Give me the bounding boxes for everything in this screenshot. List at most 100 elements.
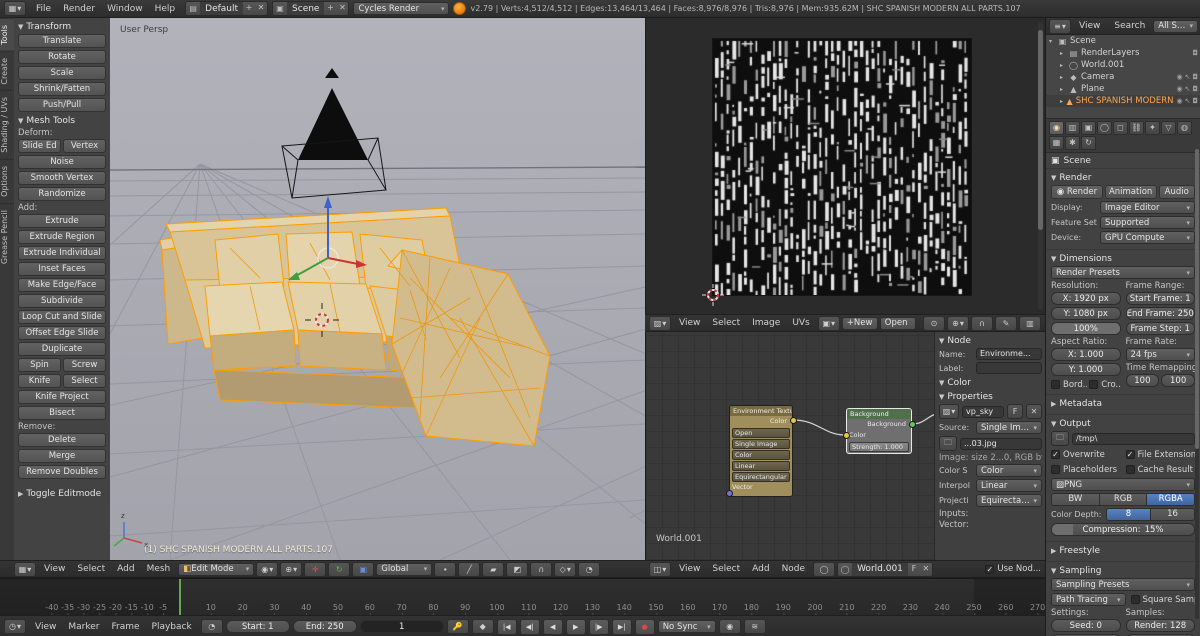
image-open-button[interactable]: Open [879, 316, 916, 330]
main-menu-item[interactable]: Render [57, 4, 101, 14]
node-editor[interactable]: Environment Texture Color Open Single Im… [645, 332, 1046, 560]
deform-tool-button[interactable]: Noise [18, 155, 106, 169]
display-dropdown[interactable]: Image Editor ▾ [1100, 201, 1195, 214]
unlink-icon[interactable]: ✕ [919, 562, 932, 576]
restrict-toggles[interactable]: ◘ [1192, 49, 1198, 57]
render-samples-field[interactable]: Render: 128 [1125, 619, 1195, 632]
image-new-button[interactable]: + New [841, 316, 878, 330]
animation-button[interactable]: Animation [1104, 185, 1157, 199]
add-tool-button[interactable]: Offset Edge Slide [18, 326, 106, 340]
outliner-scope-select[interactable]: All Scenes ▾ [1153, 19, 1198, 33]
layout-add-icon[interactable]: + [243, 2, 256, 15]
node-title[interactable]: Background [847, 409, 911, 419]
next-keyframe-button[interactable]: |▶ [588, 618, 609, 635]
snap-magnet-icon[interactable]: ∩ [530, 561, 553, 577]
manipulator-scale-icon[interactable]: ▣ [352, 561, 375, 577]
device-dropdown[interactable]: GPU Compute ▾ [1100, 231, 1195, 244]
properties-scrollbar[interactable] [1195, 149, 1199, 619]
pin-icon[interactable]: ⊙ [923, 315, 945, 331]
add-tool-button[interactable]: Subdivide [18, 294, 106, 308]
use-preview-range-icon[interactable]: ◔ [200, 619, 223, 634]
add-tool-button[interactable]: Select [63, 374, 106, 388]
deform-tool-button[interactable]: Vertex [63, 139, 106, 153]
sampling-presets-dropdown[interactable]: Sampling Presets ▾ [1051, 578, 1195, 591]
panel-header-transform[interactable]: ▼ Transform [18, 20, 106, 34]
tab-physics[interactable]: ↻ [1081, 136, 1096, 150]
outliner-row-renderlayers[interactable]: ▸ ▤ RenderLayers ◘ [1046, 47, 1200, 59]
source-dropdown[interactable]: Single Image ▾ [976, 421, 1042, 434]
audio-button[interactable]: Audio [1158, 185, 1195, 199]
camera-object[interactable] [281, 68, 387, 199]
editor-type-info-icon[interactable]: ▦ ▾ [4, 1, 26, 16]
viewport-3d[interactable]: x z User Persp (1) SHC SPANISH MODERN AL… [110, 18, 645, 560]
sofa-mesh[interactable] [159, 207, 551, 447]
border-checkbox[interactable]: Bord... [1051, 378, 1087, 391]
node-canvas[interactable]: Environment Texture Color Open Single Im… [646, 332, 934, 560]
tab-material[interactable]: ◍ [1177, 121, 1192, 135]
feature-set-dropdown[interactable]: Supported ▾ [1100, 216, 1195, 229]
vector-input-socket[interactable] [726, 490, 733, 497]
colorspace-dropdown[interactable]: Color [732, 450, 790, 460]
render-button[interactable]: ◉ Render [1051, 185, 1103, 199]
placeholders-checkbox[interactable]: Placeholders [1051, 463, 1121, 476]
use-nodes-checkbox[interactable]: ✓ Use Nod... [985, 563, 1041, 576]
unlink-icon[interactable]: ✕ [1026, 404, 1042, 419]
disclosure-icon[interactable]: ▾ [1049, 38, 1055, 45]
panel-header-metadata[interactable]: ▶ Metadata [1051, 397, 1195, 411]
world-name[interactable]: World.001 [852, 564, 908, 574]
deform-tool-button[interactable]: Smooth Vertex [18, 171, 106, 185]
projection-dropdown[interactable]: Equirectangular [732, 472, 790, 482]
environment-texture-node[interactable]: Environment Texture Color Open Single Im… [729, 405, 793, 497]
editor-type-timeline-icon[interactable]: ◷ ▾ [4, 619, 26, 634]
deform-tool-button[interactable]: Randomize [18, 187, 106, 201]
select-mode-face-icon[interactable]: ▰ [482, 561, 505, 577]
snap-element-icon[interactable]: ◇ ▾ [554, 561, 577, 577]
scene-selector[interactable]: ▣ Scene + ✕ [272, 1, 350, 16]
panel-header-toggle-editmode[interactable]: ▶ Toggle Editmode [18, 487, 106, 501]
background-output-socket[interactable] [909, 421, 916, 428]
select-mode-vertex-icon[interactable]: ∙ [434, 561, 457, 577]
seed-field[interactable]: Seed: 0 [1051, 619, 1121, 632]
tab-render[interactable]: ◉ [1049, 121, 1064, 135]
world-browse-icon[interactable]: ◯ [838, 562, 853, 576]
tab-world[interactable]: ◯ [1097, 121, 1112, 135]
remove-tool-button[interactable]: Merge [18, 449, 106, 463]
editor-type-3dview-icon[interactable]: ▦ ▾ [14, 561, 36, 577]
square-samples-checkbox[interactable]: Square Sampl... [1130, 593, 1195, 606]
manipulator-translate-icon[interactable]: ✛ [304, 561, 327, 577]
tab-constraints[interactable]: ⛓ [1129, 121, 1144, 135]
image-browse-icon[interactable]: ▣ ▾ [817, 315, 840, 331]
file-format-dropdown[interactable]: ▨ PNG ▾ [1051, 478, 1195, 491]
restrict-toggles[interactable]: ◉ ↖ ◘ [1176, 73, 1198, 81]
transform-tool-button[interactable]: Shrink/Fatten [18, 82, 106, 96]
node-menu-item[interactable]: View [673, 564, 706, 574]
pivot-icon[interactable]: ⊕ ▾ [947, 315, 969, 331]
strength-field[interactable]: Strength: 1.000 [849, 442, 909, 452]
insert-keyframe-icon[interactable]: ◆ [471, 619, 494, 634]
image-name-field[interactable]: vp_sky [962, 405, 1004, 418]
tab-create[interactable]: Create [0, 50, 14, 91]
resolution-y-field[interactable]: Y: 1080 px [1051, 307, 1121, 320]
transform-tool-button[interactable]: Push/Pull [18, 98, 106, 112]
viewport-canvas[interactable]: x z [110, 18, 645, 560]
tab-texture[interactable]: ▦ [1049, 136, 1064, 150]
background-node[interactable]: Background Background Color Strength: 1.… [846, 408, 912, 454]
tab-tools[interactable]: Tools [0, 18, 14, 51]
sync-options-icon[interactable]: ≋ [743, 619, 766, 634]
viewport-menu-item[interactable]: Select [71, 564, 111, 574]
interpolation-dropdown[interactable]: Linear [732, 461, 790, 471]
tab-options[interactable]: Options [0, 159, 14, 203]
shader-type-world-icon[interactable]: ◯ [813, 561, 836, 577]
paint-mode-icon[interactable]: ✎ [995, 315, 1017, 331]
main-menu-item[interactable]: Window [101, 4, 149, 14]
folder-icon[interactable]: 🗀 [1051, 431, 1069, 446]
output-path-field[interactable]: /tmp\ [1072, 432, 1195, 445]
main-menu-item[interactable]: Help [149, 4, 182, 14]
uv-image[interactable] [712, 38, 972, 296]
panel-header-freestyle[interactable]: ▶ Freestyle [1051, 544, 1195, 558]
uv-menu-item[interactable]: Select [706, 318, 746, 328]
timeline-menu-item[interactable]: View [29, 622, 62, 632]
snap-icon[interactable]: ∩ [971, 315, 993, 331]
disclosure-icon[interactable]: ▸ [1060, 62, 1066, 69]
render-presets-dropdown[interactable]: Render Presets ▾ [1051, 266, 1195, 279]
